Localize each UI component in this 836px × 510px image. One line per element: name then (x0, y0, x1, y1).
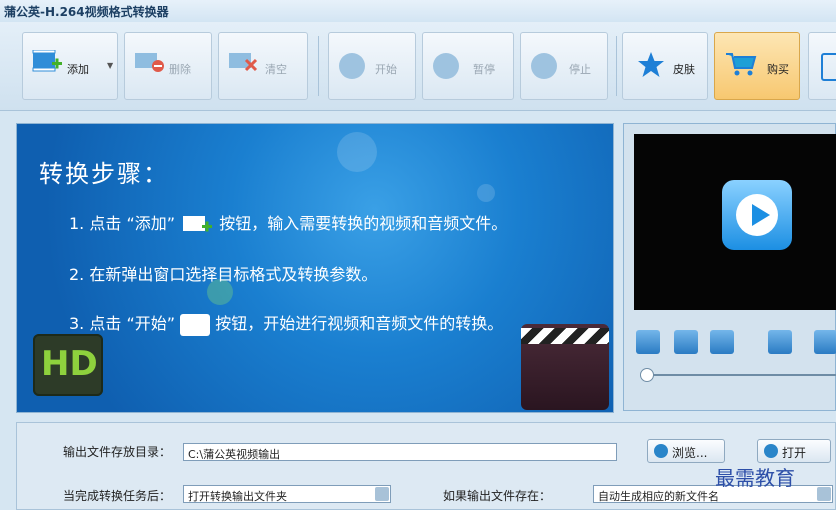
pause-icon (433, 53, 459, 79)
add-label: 添加 (67, 63, 89, 76)
step-3-text-a: 3. 点击 “开始” (69, 314, 176, 333)
star-icon (638, 52, 664, 77)
shuffle-icon (180, 313, 211, 336)
skin-label: 皮肤 (673, 63, 695, 76)
delete-label: 删除 (169, 63, 191, 76)
shuffle-icon (339, 53, 365, 79)
start-label: 开始 (375, 63, 397, 76)
toolbar-divider (318, 36, 319, 96)
settings-panel: 输出文件存放目录： C:\蒲公英视频输出 浏览... 打开 当完成转换任务后： … (16, 422, 836, 510)
film-add-icon (32, 50, 62, 72)
hd-text: HD (41, 344, 98, 384)
more-button[interactable] (808, 32, 836, 100)
info-icon (821, 53, 836, 81)
seek-bar[interactable] (646, 374, 836, 376)
stop-icon (531, 53, 557, 79)
cart-icon (726, 53, 757, 76)
browse-button[interactable]: 浏览... (647, 439, 725, 463)
browse-label: 浏览... (672, 446, 708, 460)
chevron-down-icon[interactable] (375, 487, 389, 501)
step-3-text-b: 按钮，开始进行视频和音频文件的转换。 (215, 314, 504, 333)
output-dir-label: 输出文件存放目录： (63, 445, 172, 459)
film-clear-icon (229, 53, 258, 72)
stop-button[interactable] (710, 330, 734, 354)
start-button[interactable]: 开始 (328, 32, 416, 100)
stop-label: 停止 (569, 63, 591, 76)
buy-button[interactable]: 购买 (714, 32, 800, 100)
after-done-label: 当完成转换任务后： (63, 489, 172, 503)
preview-player (623, 123, 836, 411)
clapperboard-image (521, 324, 609, 410)
bubble-decoration (477, 184, 495, 202)
stop-button[interactable]: 停止 (520, 32, 608, 100)
step-1: 1. 点击 “添加” 按钮，输入需要转换的视频和音频文件。 (69, 210, 507, 237)
play-icon[interactable] (722, 180, 792, 250)
step-2: 2. 在新弹出窗口选择目标格式及转换参数。 (69, 265, 378, 284)
play-button[interactable] (636, 330, 660, 354)
step-3: 3. 点击 “开始” 按钮，开始进行视频和音频文件的转换。 (69, 310, 503, 336)
bubble-decoration (337, 132, 377, 172)
open-icon (764, 444, 778, 458)
toolbar-divider (616, 36, 617, 96)
watermark: 最需教育 (715, 466, 795, 490)
browse-icon (654, 444, 668, 458)
if-exists-label: 如果输出文件存在： (443, 489, 552, 503)
guide-banner: 转换步骤： 1. 点击 “添加” 按钮，输入需要转换的视频和音频文件。 2. 在… (16, 123, 614, 413)
pause-button[interactable] (674, 330, 698, 354)
after-done-value: 打开转换输出文件夹 (188, 490, 287, 503)
step-1-text-a: 1. 点击 “添加” (69, 214, 176, 233)
chevron-down-icon[interactable] (817, 487, 831, 501)
after-done-select[interactable]: 打开转换输出文件夹 (183, 485, 391, 503)
pause-label: 暂停 (473, 63, 495, 76)
video-screen (634, 134, 836, 310)
delete-button[interactable]: 删除 (124, 32, 212, 100)
window-title: 蒲公英-H.264视频格式转换器 (4, 5, 169, 19)
fullscreen-button[interactable] (814, 330, 836, 354)
volume-icon[interactable] (768, 330, 792, 354)
film-add-icon (183, 215, 213, 231)
pause-button[interactable]: 暂停 (422, 32, 514, 100)
seek-handle[interactable] (640, 368, 654, 382)
if-exists-select[interactable]: 自动生成相应的新文件名 (593, 485, 833, 503)
add-button[interactable]: 添加 ▼ (22, 32, 118, 100)
title-bar: 蒲公英-H.264视频格式转换器 (0, 0, 836, 22)
step-1-text-b: 按钮，输入需要转换的视频和音频文件。 (219, 214, 508, 233)
output-dir-field[interactable]: C:\蒲公英视频输出 (183, 443, 617, 461)
clear-label: 清空 (265, 63, 287, 76)
skin-button[interactable]: 皮肤 (622, 32, 708, 100)
chevron-down-icon[interactable]: ▼ (107, 61, 113, 70)
film-delete-icon (135, 53, 164, 72)
guide-title: 转换步骤： (39, 160, 169, 188)
clear-button[interactable]: 清空 (218, 32, 308, 100)
open-button[interactable]: 打开 (757, 439, 831, 463)
toolbar: 添加 ▼ 删除 清空 开始 暂停 停止 皮肤 购买 (0, 22, 836, 111)
buy-label: 购买 (767, 63, 789, 76)
hd-logo: HD (33, 334, 103, 396)
if-exists-value: 自动生成相应的新文件名 (598, 490, 719, 503)
open-label: 打开 (782, 446, 807, 460)
